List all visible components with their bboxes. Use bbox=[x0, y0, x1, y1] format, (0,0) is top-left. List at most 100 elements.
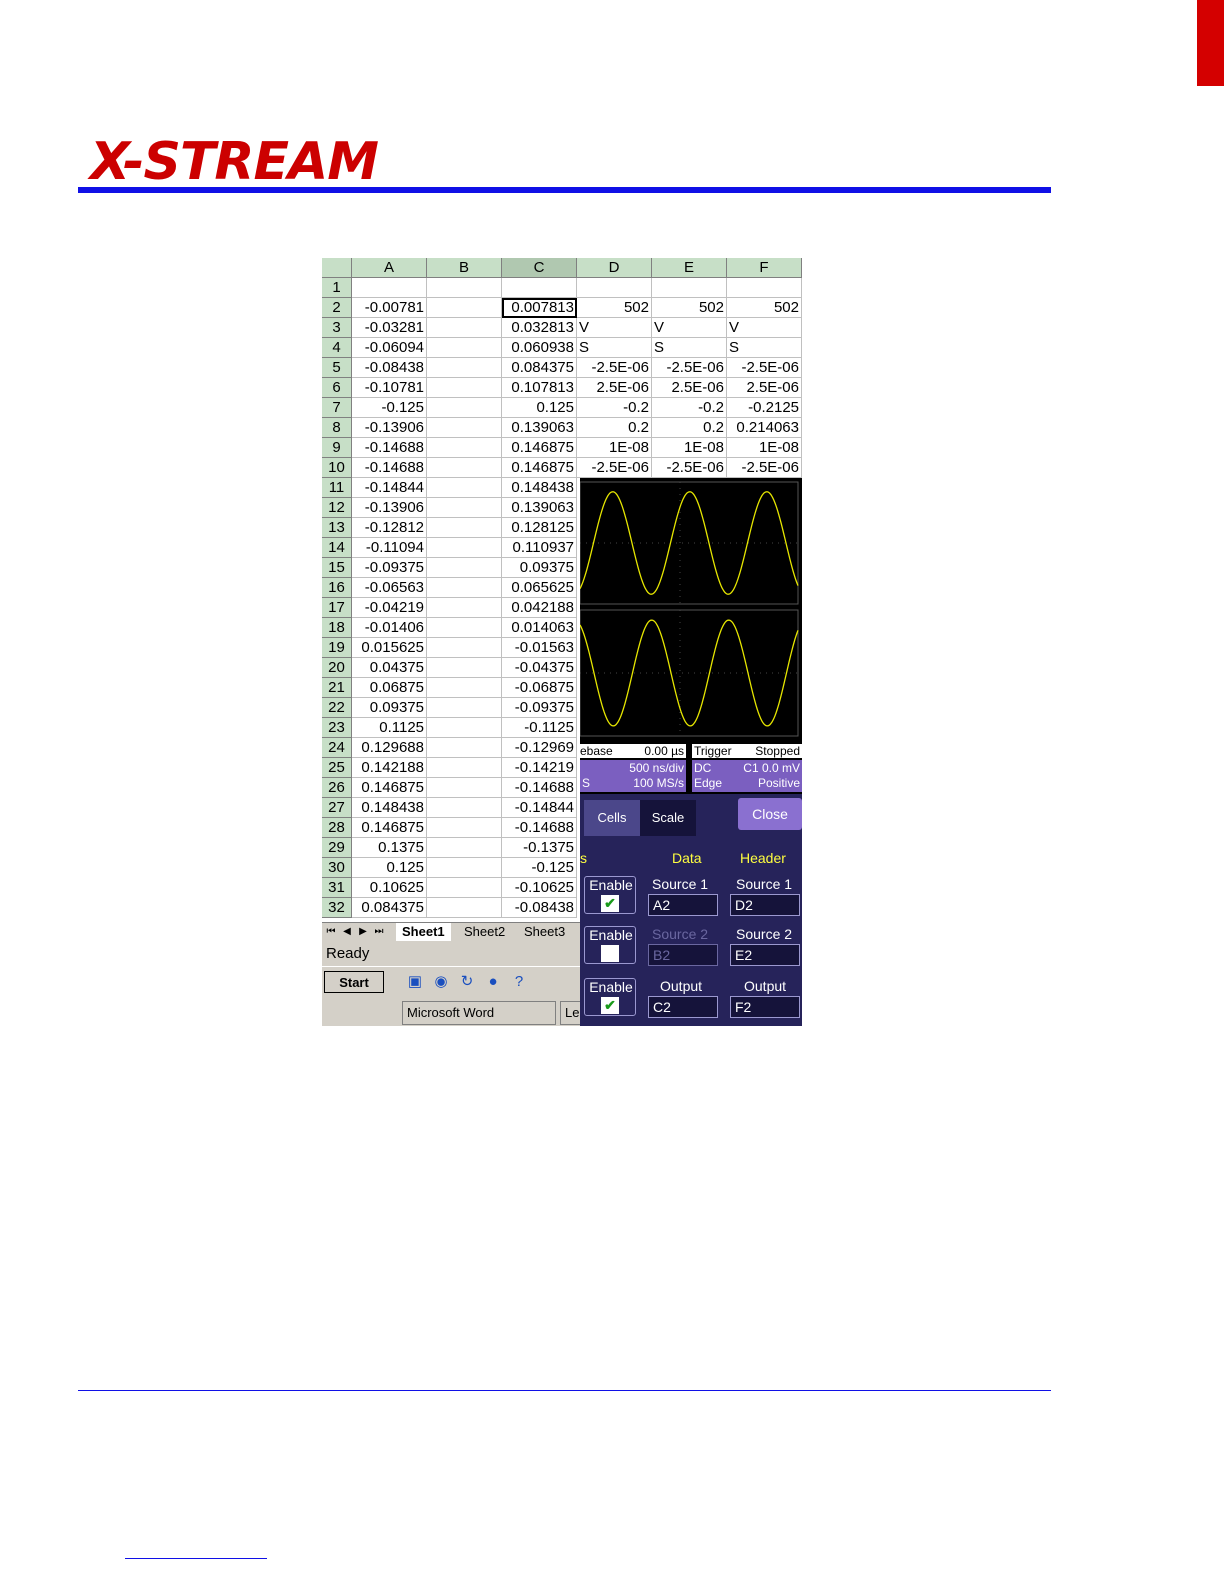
cell-a22[interactable]: 0.09375 bbox=[352, 698, 427, 718]
timebase-descriptor[interactable]: 500 ns/div S 100 MS/s bbox=[580, 760, 686, 792]
cell-f10[interactable]: -2.5E-06 bbox=[727, 458, 802, 478]
cell-b4[interactable] bbox=[427, 338, 502, 358]
row-header[interactable]: 28 bbox=[322, 818, 352, 838]
row-header[interactable]: 20 bbox=[322, 658, 352, 678]
cell-b20[interactable] bbox=[427, 658, 502, 678]
cell-b8[interactable] bbox=[427, 418, 502, 438]
cell-a28[interactable]: 0.146875 bbox=[352, 818, 427, 838]
cell-b5[interactable] bbox=[427, 358, 502, 378]
row-header[interactable]: 23 bbox=[322, 718, 352, 738]
cell-b1[interactable] bbox=[427, 278, 502, 298]
cell-f6[interactable]: 2.5E-06 bbox=[727, 378, 802, 398]
cell-a20[interactable]: 0.04375 bbox=[352, 658, 427, 678]
cell-c28[interactable]: -0.14688 bbox=[502, 818, 577, 838]
cell-c13[interactable]: 0.128125 bbox=[502, 518, 577, 538]
cell-a9[interactable]: -0.14688 bbox=[352, 438, 427, 458]
cell-a29[interactable]: 0.1375 bbox=[352, 838, 427, 858]
row-header[interactable]: 19 bbox=[322, 638, 352, 658]
cell-b27[interactable] bbox=[427, 798, 502, 818]
cell-d7[interactable]: -0.2 bbox=[577, 398, 652, 418]
enable-source2-toggle[interactable]: Enable bbox=[584, 926, 636, 964]
cell-c6[interactable]: 0.107813 bbox=[502, 378, 577, 398]
row-header[interactable]: 1 bbox=[322, 278, 352, 298]
row-header[interactable]: 27 bbox=[322, 798, 352, 818]
header-source2-field[interactable]: E2 bbox=[730, 944, 800, 966]
row-header[interactable]: 12 bbox=[322, 498, 352, 518]
cell-d3[interactable]: V bbox=[577, 318, 652, 338]
cell-f7[interactable]: -0.2125 bbox=[727, 398, 802, 418]
cell-a26[interactable]: 0.146875 bbox=[352, 778, 427, 798]
row-header[interactable]: 30 bbox=[322, 858, 352, 878]
cell-a10[interactable]: -0.14688 bbox=[352, 458, 427, 478]
cell-d2[interactable]: 502 bbox=[577, 298, 652, 318]
cell-a18[interactable]: -0.01406 bbox=[352, 618, 427, 638]
cell-a4[interactable]: -0.06094 bbox=[352, 338, 427, 358]
header-source1-field[interactable]: D2 bbox=[730, 894, 800, 916]
tab-sheet3[interactable]: Sheet3 bbox=[518, 923, 571, 941]
cell-a16[interactable]: -0.06563 bbox=[352, 578, 427, 598]
taskbar-item-word[interactable]: Microsoft Word bbox=[402, 1001, 556, 1025]
show-desktop-icon[interactable]: ▣ bbox=[406, 973, 424, 991]
cell-a32[interactable]: 0.084375 bbox=[352, 898, 427, 918]
cell-c18[interactable]: 0.014063 bbox=[502, 618, 577, 638]
cell-c12[interactable]: 0.139063 bbox=[502, 498, 577, 518]
cell-c17[interactable]: 0.042188 bbox=[502, 598, 577, 618]
cell-c11[interactable]: 0.148438 bbox=[502, 478, 577, 498]
row-header[interactable]: 13 bbox=[322, 518, 352, 538]
tab-sheet1[interactable]: Sheet1 bbox=[396, 923, 451, 941]
cell-d5[interactable]: -2.5E-06 bbox=[577, 358, 652, 378]
row-header[interactable]: 8 bbox=[322, 418, 352, 438]
cell-c10[interactable]: 0.146875 bbox=[502, 458, 577, 478]
cell-c1[interactable] bbox=[502, 278, 577, 298]
cell-b3[interactable] bbox=[427, 318, 502, 338]
cell-a5[interactable]: -0.08438 bbox=[352, 358, 427, 378]
timebase-header[interactable]: ebase 0.00 µs bbox=[580, 744, 686, 758]
row-header[interactable]: 6 bbox=[322, 378, 352, 398]
row-header[interactable]: 7 bbox=[322, 398, 352, 418]
tab-cells[interactable]: Cells bbox=[584, 800, 640, 836]
cell-d8[interactable]: 0.2 bbox=[577, 418, 652, 438]
cell-b24[interactable] bbox=[427, 738, 502, 758]
cell-e4[interactable]: S bbox=[652, 338, 727, 358]
cell-c21[interactable]: -0.06875 bbox=[502, 678, 577, 698]
cell-a12[interactable]: -0.13906 bbox=[352, 498, 427, 518]
column-header-d[interactable]: D bbox=[577, 258, 652, 278]
cell-c7[interactable]: 0.125 bbox=[502, 398, 577, 418]
row-header[interactable]: 17 bbox=[322, 598, 352, 618]
cell-f4[interactable]: S bbox=[727, 338, 802, 358]
cell-c20[interactable]: -0.04375 bbox=[502, 658, 577, 678]
cell-e6[interactable]: 2.5E-06 bbox=[652, 378, 727, 398]
row-header[interactable]: 16 bbox=[322, 578, 352, 598]
cell-c15[interactable]: 0.09375 bbox=[502, 558, 577, 578]
cell-a1[interactable] bbox=[352, 278, 427, 298]
cell-b15[interactable] bbox=[427, 558, 502, 578]
data-source2-field[interactable]: B2 bbox=[648, 944, 718, 966]
enable-source1-toggle[interactable]: Enable ✔ bbox=[584, 876, 636, 914]
cell-c27[interactable]: -0.14844 bbox=[502, 798, 577, 818]
start-button[interactable]: Start bbox=[324, 971, 384, 993]
cell-b29[interactable] bbox=[427, 838, 502, 858]
cell-c9[interactable]: 0.146875 bbox=[502, 438, 577, 458]
cell-c14[interactable]: 0.110937 bbox=[502, 538, 577, 558]
row-header[interactable]: 14 bbox=[322, 538, 352, 558]
cell-c32[interactable]: -0.08438 bbox=[502, 898, 577, 918]
column-header-a[interactable]: A bbox=[352, 258, 427, 278]
cell-f2[interactable]: 502 bbox=[727, 298, 802, 318]
cell-a31[interactable]: 0.10625 bbox=[352, 878, 427, 898]
data-source1-field[interactable]: A2 bbox=[648, 894, 718, 916]
cell-c24[interactable]: -0.12969 bbox=[502, 738, 577, 758]
browser-icon[interactable]: ◉ bbox=[432, 973, 450, 991]
cell-a7[interactable]: -0.125 bbox=[352, 398, 427, 418]
row-header[interactable]: 25 bbox=[322, 758, 352, 778]
cell-f5[interactable]: -2.5E-06 bbox=[727, 358, 802, 378]
row-header[interactable]: 2 bbox=[322, 298, 352, 318]
column-header-f[interactable]: F bbox=[727, 258, 802, 278]
cell-b9[interactable] bbox=[427, 438, 502, 458]
row-header[interactable]: 21 bbox=[322, 678, 352, 698]
row-header[interactable]: 15 bbox=[322, 558, 352, 578]
cell-a11[interactable]: -0.14844 bbox=[352, 478, 427, 498]
cell-f9[interactable]: 1E-08 bbox=[727, 438, 802, 458]
column-header-b[interactable]: B bbox=[427, 258, 502, 278]
cell-e9[interactable]: 1E-08 bbox=[652, 438, 727, 458]
cell-c4[interactable]: 0.060938 bbox=[502, 338, 577, 358]
